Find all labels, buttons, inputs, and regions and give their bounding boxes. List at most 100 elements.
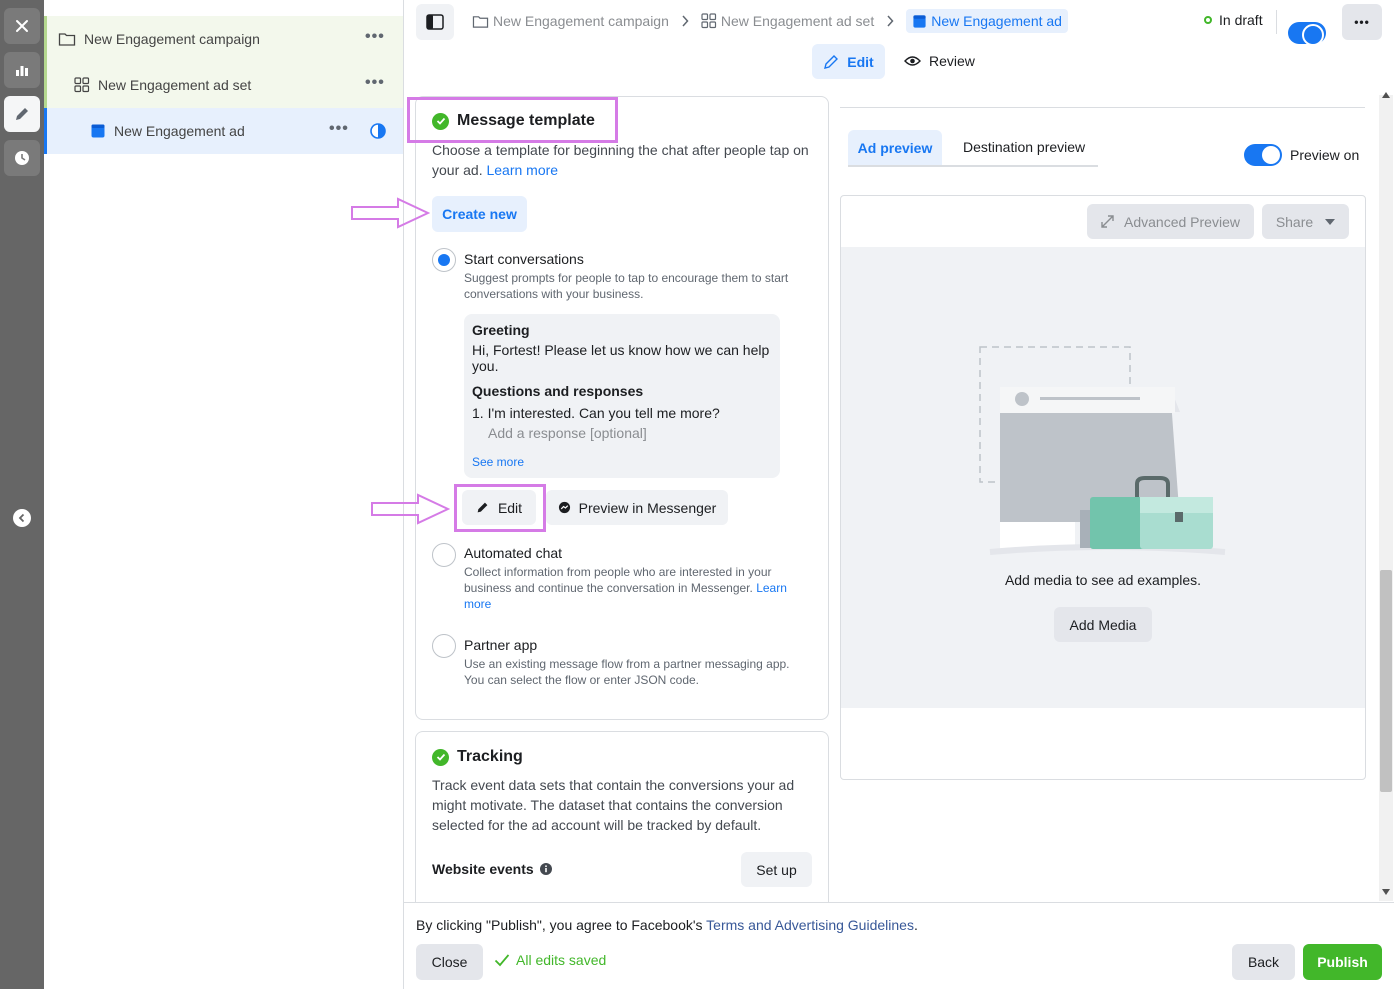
breadcrumb-label: New Engagement campaign <box>493 13 669 29</box>
more-options-icon[interactable]: ••• <box>365 28 385 46</box>
response-placeholder: Add a response [optional] <box>488 425 647 441</box>
chevron-right-icon <box>681 15 689 27</box>
advanced-preview-button[interactable]: Advanced Preview <box>1087 204 1254 239</box>
option-title: Partner app <box>464 637 538 653</box>
partner-app-radio[interactable] <box>432 634 456 658</box>
checkmark-icon <box>494 953 510 967</box>
status-dot-icon <box>1204 16 1212 24</box>
empty-preview-text: Add media to see ad examples. <box>1004 572 1202 588</box>
option-description: Suggest prompts for people to tap to enc… <box>464 271 789 301</box>
publish-agreement: By clicking "Publish", you agree to Face… <box>416 917 918 933</box>
terms-link[interactable]: Terms and Advertising Guidelines <box>706 917 914 933</box>
website-events-row: Website events <box>432 861 552 877</box>
check-circle-icon <box>432 748 449 766</box>
button-label: Publish <box>1317 954 1368 970</box>
breadcrumb-ad[interactable]: New Engagement ad <box>906 9 1068 33</box>
breadcrumb: New Engagement campaign New Engagement a… <box>472 9 1068 33</box>
save-status-label: All edits saved <box>516 952 607 968</box>
preview-toggle[interactable] <box>1244 144 1282 166</box>
close-icon[interactable] <box>4 8 40 44</box>
scrollbar-thumb[interactable] <box>1380 570 1392 792</box>
divider <box>1276 10 1277 34</box>
top-bar: New Engagement campaign New Engagement a… <box>404 0 1394 46</box>
breadcrumb-label: New Engagement ad <box>931 13 1062 29</box>
more-options-icon[interactable]: ••• <box>365 74 385 92</box>
tree-item-ad[interactable]: New Engagement ad ••• <box>44 108 403 154</box>
status-label: In draft <box>1219 12 1263 28</box>
folder-icon <box>58 31 76 47</box>
automated-chat-radio[interactable] <box>432 543 456 567</box>
info-icon[interactable] <box>539 863 552 875</box>
add-media-button[interactable]: Add Media <box>1054 607 1152 642</box>
tracking-header: Tracking <box>432 748 523 766</box>
tree-item-campaign[interactable]: New Engagement campaign ••• <box>44 16 403 62</box>
more-options-icon[interactable]: ••• <box>329 120 349 138</box>
chevron-right-icon <box>886 15 894 27</box>
share-button[interactable]: Share <box>1262 204 1349 239</box>
create-new-button[interactable]: Create new <box>432 196 527 232</box>
automated-chat-option[interactable]: Automated chat Collect information from … <box>464 545 794 612</box>
message-template-header: Message template <box>432 112 595 130</box>
annotation-arrow-icon <box>350 197 430 229</box>
greeting-label: Greeting <box>472 322 530 338</box>
messenger-icon <box>558 501 571 514</box>
close-button[interactable]: Close <box>416 944 483 980</box>
start-conversations-radio[interactable] <box>432 248 456 272</box>
eye-icon <box>904 55 921 67</box>
breadcrumb-campaign[interactable]: New Engagement campaign <box>472 13 669 29</box>
tab-edit[interactable]: Edit <box>812 44 885 79</box>
folder-icon <box>472 14 489 29</box>
collapse-chevron-icon[interactable] <box>13 509 31 527</box>
tab-ad-preview[interactable]: Ad preview <box>848 130 942 165</box>
partner-app-option[interactable]: Partner app Use an existing message flow… <box>464 637 799 688</box>
preview-toggle-label: Preview on <box>1290 147 1360 163</box>
draft-status: In draft <box>1204 12 1263 28</box>
tracking-description: Track event data sets that contain the c… <box>432 777 795 833</box>
button-label: Edit <box>497 499 523 516</box>
clock-icon[interactable] <box>4 140 40 176</box>
greeting-text: Hi, Fortest! Please let us know how we c… <box>472 342 770 374</box>
edit-template-button[interactable]: Edit <box>462 490 536 525</box>
button-label: Share <box>1275 213 1314 230</box>
back-button[interactable]: Back <box>1232 944 1295 980</box>
preview-in-messenger-button[interactable]: Preview in Messenger <box>546 490 728 525</box>
toggle-panel-button[interactable] <box>416 4 454 40</box>
draft-toggle[interactable] <box>1288 22 1326 46</box>
pencil-icon[interactable] <box>4 96 40 132</box>
button-label: Create new <box>442 206 517 222</box>
save-status: All edits saved <box>494 952 606 968</box>
annotation-arrow-icon <box>370 493 450 525</box>
start-conversations-option[interactable]: Start conversations Suggest prompts for … <box>464 251 804 302</box>
ad-icon <box>912 14 927 29</box>
button-label: Advanced Preview <box>1124 213 1240 230</box>
publish-button[interactable]: Publish <box>1303 944 1382 980</box>
button-label: Close <box>431 954 468 970</box>
breadcrumb-adset[interactable]: New Engagement ad set <box>701 13 874 29</box>
check-circle-icon <box>432 112 449 130</box>
agreement-suffix: . <box>913 917 918 933</box>
see-more-link[interactable]: See more <box>472 455 772 469</box>
ad-icon <box>90 123 106 139</box>
chart-icon[interactable] <box>4 52 40 88</box>
setup-button[interactable]: Set up <box>741 852 812 887</box>
grid-icon <box>74 77 90 93</box>
scroll-down-icon[interactable] <box>1382 889 1390 895</box>
more-options-icon: ••• <box>1354 15 1370 29</box>
tab-underline <box>848 165 1098 167</box>
tree-item-adset[interactable]: New Engagement ad set ••• <box>44 62 403 108</box>
tree-item-label: New Engagement ad <box>114 123 245 139</box>
qa-label: Questions and responses <box>472 383 644 399</box>
more-actions-button[interactable]: ••• <box>1342 4 1382 40</box>
expand-icon <box>1101 215 1114 228</box>
option-description: Collect information from people who are … <box>464 565 772 595</box>
scroll-up-icon[interactable] <box>1382 92 1390 98</box>
template-description: Choose a template for beginning the chat… <box>432 140 817 180</box>
tab-review[interactable]: Review <box>904 53 975 69</box>
tab-label: Edit <box>847 53 874 70</box>
grid-icon <box>701 13 717 29</box>
learn-more-link[interactable]: Learn more <box>486 162 558 178</box>
card-title: Message template <box>457 112 595 129</box>
button-label: Back <box>1247 954 1280 970</box>
conversation-summary: Greeting Hi, Fortest! Please let us know… <box>464 314 780 478</box>
tab-destination-preview[interactable]: Destination preview <box>963 139 1085 155</box>
